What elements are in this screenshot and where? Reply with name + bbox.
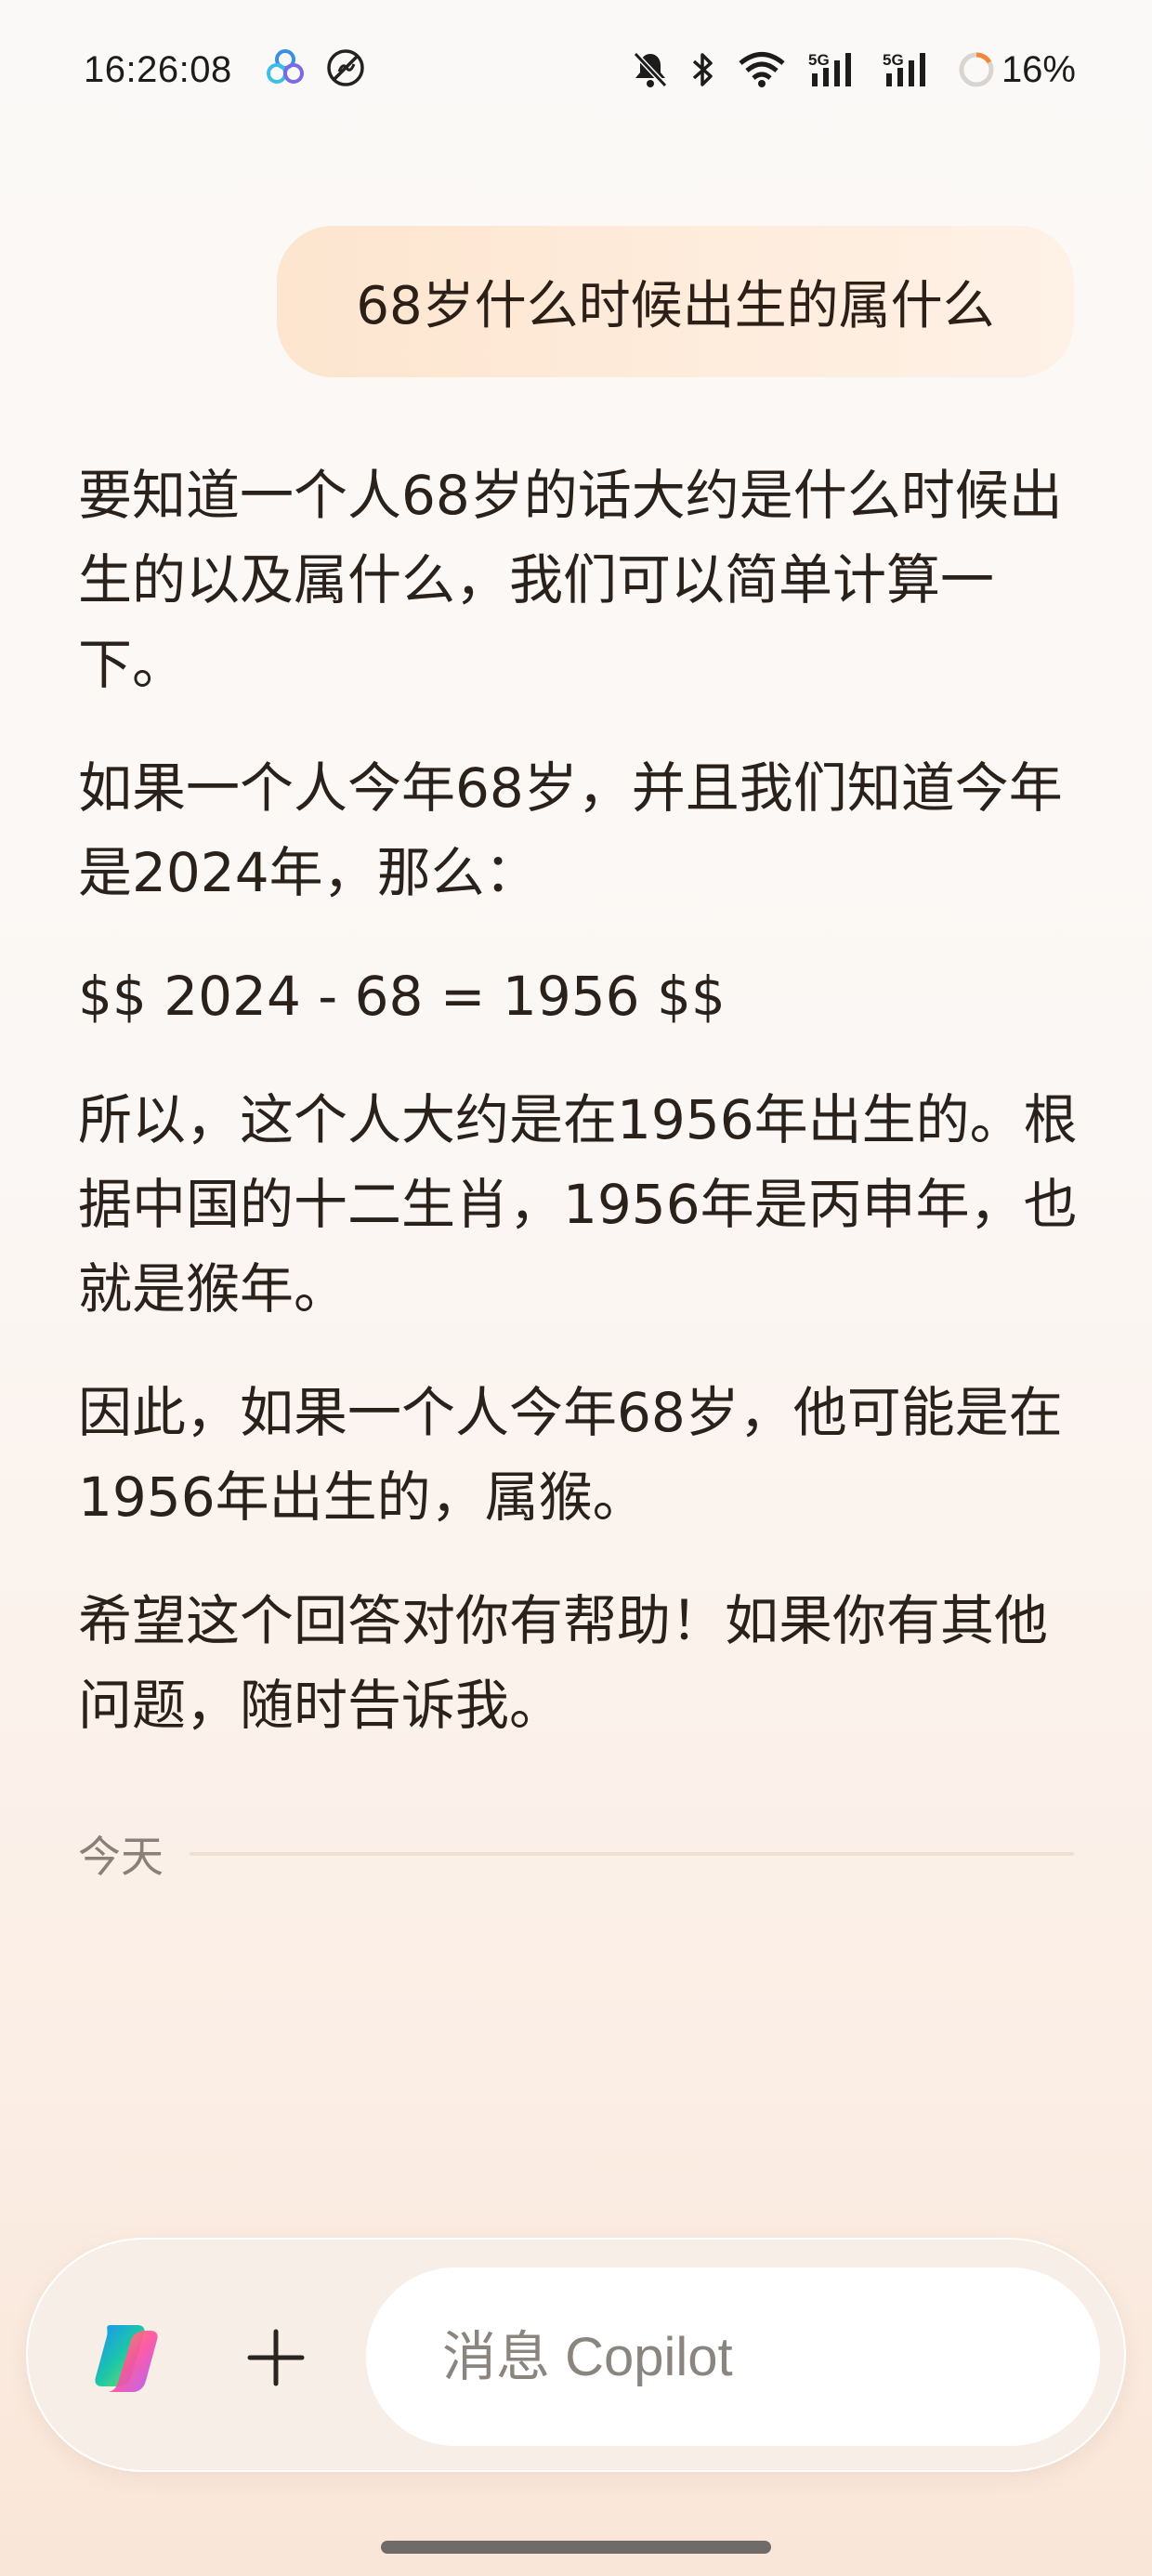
- battery-ring-icon: 16%: [957, 49, 1076, 91]
- copilot-logo-icon[interactable]: [87, 2318, 169, 2399]
- user-message-bubble: 68岁什么时候出生的属什么: [277, 226, 1074, 377]
- message-composer: [26, 2238, 1126, 2472]
- reply-formula: $$ 2024 - 68 = 1956 $$: [78, 965, 726, 1028]
- status-right: 5G 5G 16%: [632, 49, 1076, 91]
- reply-paragraph: 所以，这个人大约是在1956年出生的。根据中国的十二生肖，1956年是丙申年，也…: [78, 1088, 1078, 1321]
- home-indicator[interactable]: [381, 2541, 771, 2554]
- status-bar: 16:26:08 5G 5G 16%: [84, 37, 1076, 102]
- petals-app-icon: [264, 46, 307, 94]
- no-disturb-app-icon: [325, 47, 366, 93]
- bell-muted-icon: [632, 50, 669, 89]
- divider-line: [190, 1852, 1074, 1856]
- svg-text:5G: 5G: [808, 51, 830, 69]
- signal-5g-icon: 5G: [883, 49, 935, 90]
- reply-paragraph: 希望这个回答对你有帮助！如果你有其他问题，随时告诉我。: [78, 1589, 1049, 1737]
- add-attachment-button[interactable]: [234, 2316, 318, 2399]
- reply-paragraph: 因此，如果一个人今年68岁，他可能是在1956年出生的，属猴。: [78, 1381, 1063, 1529]
- assistant-reply: 要知道一个人68岁的话大约是什么时候出生的以及属什么，我们可以简单计算一下。 如…: [78, 453, 1081, 1787]
- status-left: 16:26:08: [84, 46, 366, 94]
- day-divider-label: 今天: [78, 1832, 164, 1882]
- plus-icon: [247, 2329, 305, 2386]
- day-divider: 今天: [78, 1821, 1074, 1886]
- bluetooth-icon: [691, 50, 715, 89]
- wifi-icon: [738, 51, 786, 88]
- signal-5g-icon: 5G: [808, 49, 860, 90]
- reply-paragraph: 要知道一个人68岁的话大约是什么时候出生的以及属什么，我们可以简单计算一下。: [78, 464, 1063, 696]
- reply-paragraph: 如果一个人今年68岁，并且我们知道今年是2024年，那么：: [78, 756, 1063, 904]
- message-input[interactable]: [366, 2267, 1100, 2446]
- status-time: 16:26:08: [84, 48, 232, 90]
- svg-text:5G: 5G: [883, 51, 904, 69]
- battery-percent: 16%: [1001, 48, 1076, 90]
- user-message-text: 68岁什么时候出生的属什么: [356, 276, 995, 336]
